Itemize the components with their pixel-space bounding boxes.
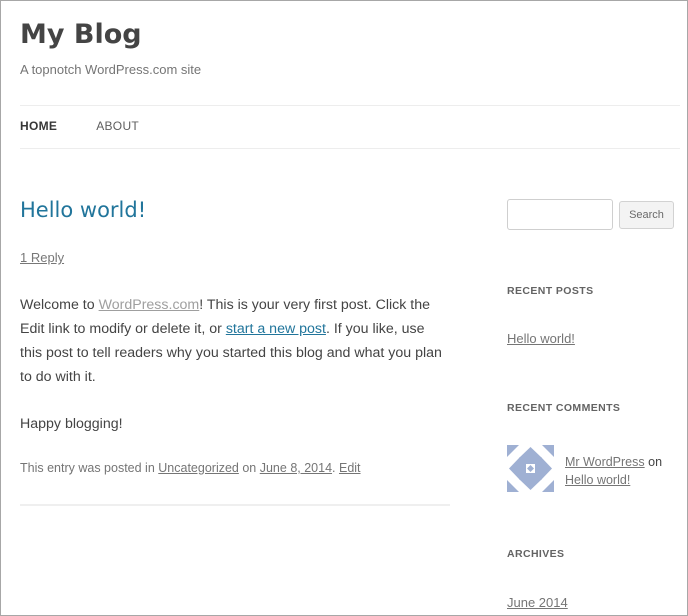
comment-author-link[interactable]: Mr WordPress [565,455,645,469]
recent-posts-title: RECENT POSTS [507,285,594,297]
meta-text: . [332,461,339,475]
site-description: A topnotch WordPress.com site [20,62,202,77]
comment-post-link[interactable]: Hello world! [565,473,630,487]
date-link[interactable]: June 8, 2014 [260,461,332,475]
recent-comment: Mr WordPress on Hello world! [565,453,675,489]
wordpress-link[interactable]: WordPress.com [99,297,200,313]
header-divider-top [20,105,680,106]
archives-title: ARCHIVES [507,548,565,560]
paragraph-text: Welcome to [20,297,99,313]
new-post-link[interactable]: start a new post [226,321,326,337]
post-separator [20,504,450,506]
main-navigation: HOME ABOUT [20,119,139,133]
nav-item-home[interactable]: HOME [20,119,57,133]
search-button[interactable]: Search [619,201,674,229]
avatar[interactable] [507,445,554,492]
nav-item-about[interactable]: ABOUT [96,119,139,133]
category-link[interactable]: Uncategorized [158,461,239,475]
comment-text: on [644,455,663,469]
post-title[interactable]: Hello world! [20,198,146,222]
recent-comments-title: RECENT COMMENTS [507,402,621,414]
meta-text: This entry was posted in [20,461,159,475]
header-divider-bottom [20,148,680,149]
post-paragraph-1: Welcome to WordPress.com! This is your v… [20,293,450,389]
identicon-icon [507,445,554,492]
meta-text: on [238,461,260,475]
post-content: Welcome to WordPress.com! This is your v… [20,293,450,459]
recent-post-link[interactable]: Hello world! [507,331,575,346]
post-paragraph-2: Happy blogging! [20,416,123,432]
search-input[interactable] [507,199,613,230]
reply-link[interactable]: 1 Reply [20,250,64,265]
archive-link[interactable]: June 2014 [507,595,568,610]
entry-meta: This entry was posted in Uncategorized o… [20,461,361,475]
site-title[interactable]: My Blog [20,18,142,52]
edit-link[interactable]: Edit [339,461,361,475]
